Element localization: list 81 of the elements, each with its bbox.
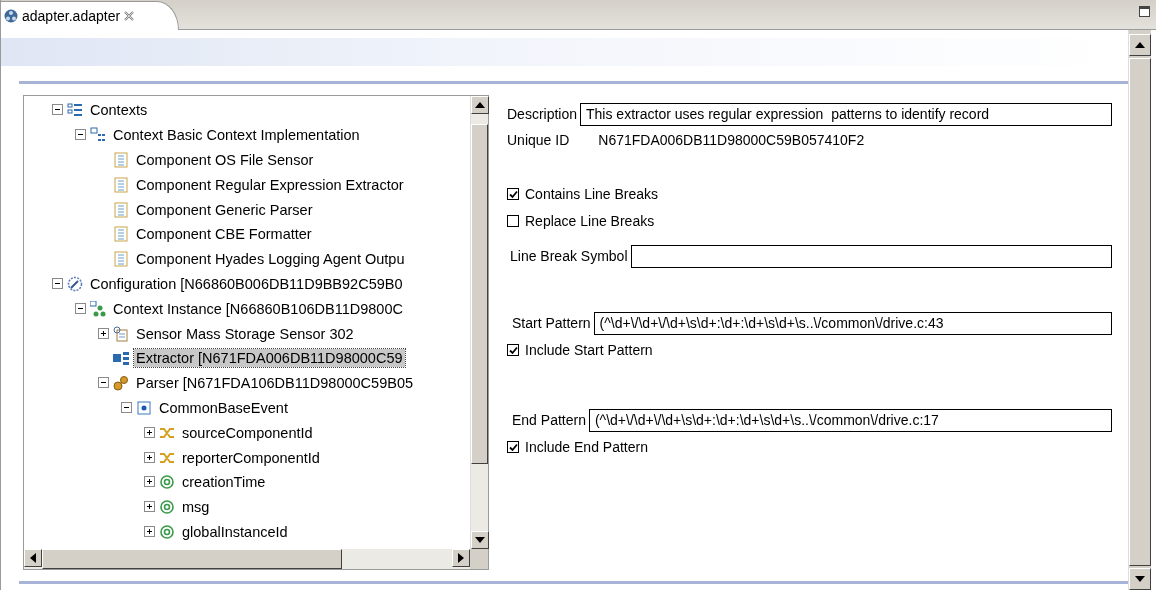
editor-tab[interactable]: adapter.adapter [1,1,180,30]
expand-toggle[interactable] [144,451,155,463]
node-group-icon [90,300,106,317]
field-label: Line Break Symbol [510,248,628,264]
scrollbar-thumb[interactable] [1129,58,1151,566]
scroll-left-button[interactable] [24,549,42,567]
checkbox-label: Include End Pattern [525,439,648,455]
tree-item[interactable]: Component Generic Parser [134,200,315,219]
down-arrow-icon [475,537,485,543]
collapse-toggle[interactable] [75,302,86,314]
tree-item[interactable]: creationTime [180,473,268,492]
collapse-toggle[interactable] [121,401,132,413]
checkbox-label: Include Start Pattern [525,342,653,358]
collapse-toggle[interactable] [75,129,86,141]
tree-item[interactable]: Component Hyades Logging Agent Outpu [134,250,407,269]
tree-item[interactable]: Component OS File Sensor [134,151,316,169]
tree-item[interactable]: globalInstanceId [180,522,290,541]
tree-item[interactable]: Contexts [88,101,150,120]
document-icon [113,226,129,243]
tree-item[interactable]: msg [180,498,212,517]
tree-list-icon [67,102,83,119]
tree-item[interactable]: Extractor [N671FDA006DB11D98000C59 [134,349,405,368]
collapse-toggle[interactable] [52,104,63,116]
tree-item[interactable]: Component Regular Expression Extractor [134,175,406,194]
document-icon [113,251,129,268]
line-break-symbol-field[interactable] [630,244,1112,268]
checkbox-label: Replace Line Breaks [525,213,655,229]
left-arrow-icon [30,553,36,563]
tree-item[interactable]: Context Basic Context Implementation [111,126,362,145]
scrollbar-thumb[interactable] [471,124,488,464]
down-arrow-icon [1135,576,1145,582]
up-arrow-icon [1135,42,1145,48]
maximize-icon[interactable] [1139,6,1150,17]
document-icon [113,176,129,193]
document-icon [113,152,129,168]
tree-item[interactable]: Configuration [N66860B006DB11D9BB92C59B0 [88,274,405,293]
scroll-down-button[interactable] [471,531,489,549]
tree-item[interactable]: Parser [N671FDA106DB11D98000C59B05 [134,374,415,393]
scroll-down-button[interactable] [1129,568,1151,590]
field-label: Start Pattern [512,315,591,331]
field-label: End Pattern [512,412,586,428]
unique-id: N671FDA006DB11D98000C59B057410F2 [598,132,865,148]
tab-title: adapter.adapter [22,8,121,24]
tree-item[interactable]: Context Instance [N66860B106DB11D9800C [111,299,405,318]
right-arrow-icon [458,553,464,563]
scroll-up-button[interactable] [1129,34,1151,56]
tree-list-icon [90,127,106,144]
scrollbar-thumb[interactable] [42,549,342,569]
gear-icon [67,275,83,292]
tree-item[interactable]: Sensor Mass Storage Sensor 302 [134,324,356,343]
checkbox[interactable] [507,441,519,453]
field-label: Description [507,106,578,122]
table-icon [113,350,129,367]
checkbox[interactable] [507,215,519,227]
adapter-icon [4,9,18,23]
scrollbar-corner [470,549,488,569]
collapse-toggle[interactable] [98,377,109,389]
expand-toggle[interactable] [98,327,109,339]
tree-item[interactable]: Component CBE Formatter [134,225,314,244]
tree-item[interactable]: CommonBaseEvent [157,398,290,417]
close-icon[interactable] [124,11,135,21]
field-label: Unique ID [507,132,570,148]
expand-toggle[interactable] [144,501,155,513]
document-icon [113,201,129,218]
up-arrow-icon [475,102,485,108]
expand-toggle[interactable] [144,476,155,488]
tree-item[interactable]: reporterComponentId [180,448,322,467]
expand-toggle[interactable] [144,426,155,438]
class-icon [136,399,152,416]
clipboard-icon [113,325,129,342]
expand-toggle[interactable] [144,525,155,537]
checkbox-label: Contains Line Breaks [525,186,659,202]
start-pattern-field[interactable]: (^\d+\/\d+\/\d+\s\d+:\d+:\d+\s\d+\s..\/common\/drive.c:43 [593,311,1112,335]
checkbox[interactable] [507,344,519,356]
scroll-up-button[interactable] [471,96,489,114]
description-field[interactable]: This extractor uses regular expression patterns to identify record [580,102,1112,126]
end-pattern-field[interactable]: (^\d+\/\d+\/\d+\s\d+:\d+:\d+\s\d+\s..\/common\/drive.c:17 [588,408,1112,432]
scroll-right-button[interactable] [452,549,470,567]
collapse-toggle[interactable] [52,277,63,289]
checkbox[interactable] [507,188,519,200]
tree-item[interactable]: sourceComponentId [180,423,315,442]
